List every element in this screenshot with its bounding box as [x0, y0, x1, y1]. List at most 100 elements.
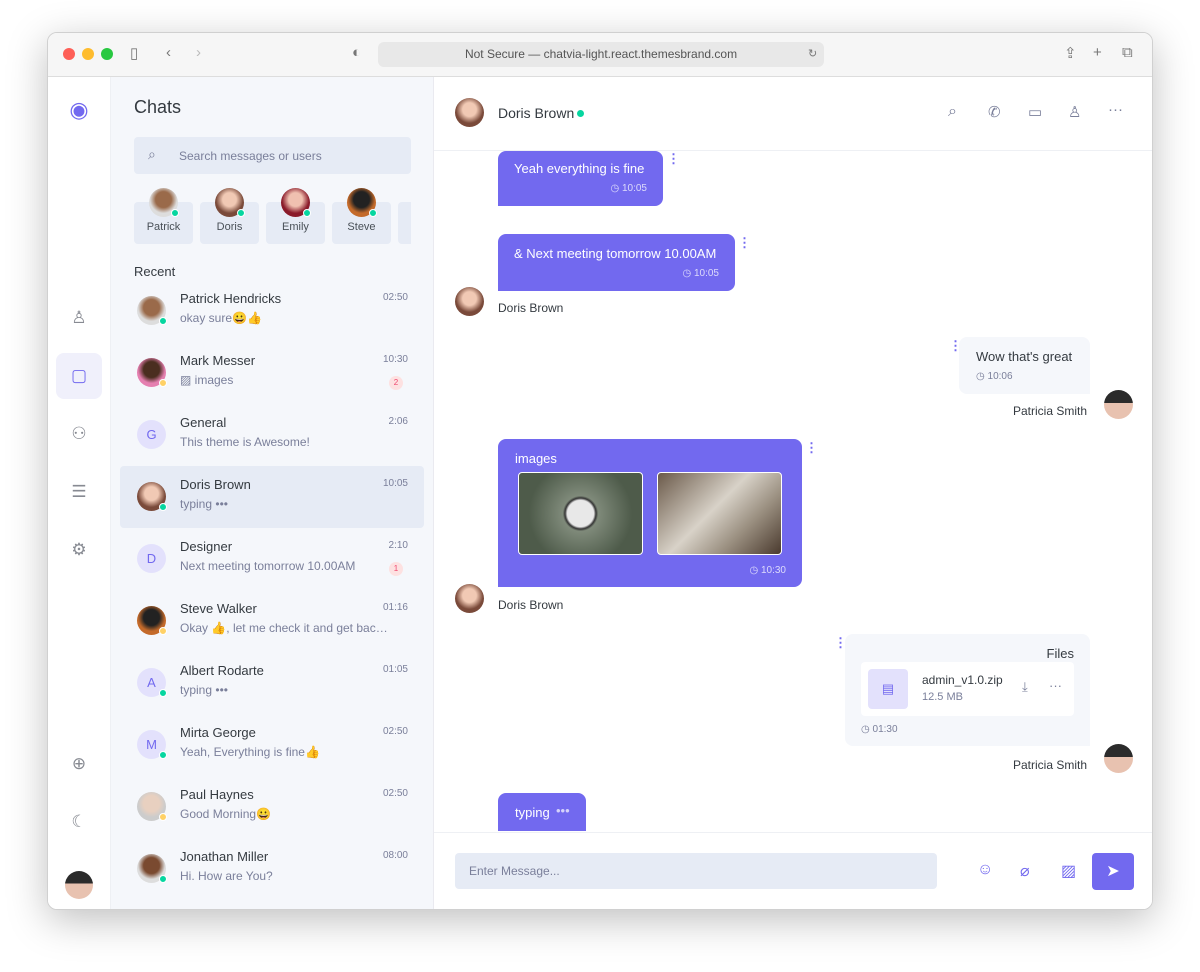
- chat-name: General: [180, 415, 227, 430]
- chat-last-message: Hi. How are You?: [180, 869, 273, 883]
- online-status-icon: [303, 209, 311, 217]
- message-options-icon[interactable]: ⋮: [667, 151, 680, 167]
- search-icon: ⌕: [148, 146, 156, 162]
- chat-last-message: typing •••: [180, 497, 228, 511]
- sender-avatar: [455, 287, 484, 316]
- message-input[interactable]: Enter Message...: [455, 853, 937, 889]
- online-user-name: Doris: [216, 221, 243, 233]
- back-icon[interactable]: ‹: [166, 44, 171, 61]
- image-icon[interactable]: ▨: [1061, 861, 1076, 881]
- close-window-button[interactable]: [63, 48, 75, 60]
- download-icon[interactable]: ⤓: [1022, 679, 1028, 695]
- online-user-emily[interactable]: Emily: [266, 188, 325, 244]
- chat-time: 2:10: [388, 540, 408, 551]
- chat-time: 02:50: [382, 292, 408, 303]
- chat-list-item[interactable]: M Mirta George Yeah, Everything is fine👍 02…: [120, 714, 424, 776]
- maximize-window-button[interactable]: [101, 48, 113, 60]
- away-status-icon: [159, 379, 167, 387]
- chat-avatar: A: [137, 668, 167, 697]
- file-icon: ▤: [868, 669, 908, 709]
- chat-list-item[interactable]: Patrick Hendricks okay sure😀👍 02:50: [120, 280, 424, 342]
- chat-time: 10:30: [382, 354, 408, 365]
- emoji-icon[interactable]: ☺: [977, 861, 993, 879]
- chat-last-message: Next meeting tomorrow 10.00AM: [180, 559, 356, 573]
- image-thumbnail-watch[interactable]: [518, 472, 643, 555]
- chats-title: Chats: [134, 97, 182, 117]
- chat-list-item[interactable]: Jonathan Miller Hi. How are You? 08:00: [120, 838, 424, 900]
- sender-avatar: [1104, 744, 1133, 773]
- reload-icon[interactable]: ↻: [808, 47, 817, 60]
- online-user-avatar: [347, 188, 377, 217]
- chat-list-item[interactable]: Steve Walker Okay 👍, let me check it and …: [120, 590, 424, 652]
- message-text: & Next meeting tomorrow 10.00AM: [514, 246, 717, 261]
- online-user-partial[interactable]: [398, 202, 411, 244]
- chat-avatar: G: [137, 420, 166, 449]
- message-options-icon[interactable]: ⋮: [834, 635, 847, 651]
- address-bar[interactable]: Not Secure — chatvia-light.react.themesb…: [378, 42, 824, 67]
- chat-list-item[interactable]: Doris Brown typing ••• 10:05: [120, 466, 424, 528]
- chat-name: Steve Walker: [180, 601, 257, 616]
- chat-name: Patrick Hendricks: [180, 291, 282, 306]
- chat-last-message: Okay 👍, let me check it and get back to …: [180, 621, 390, 635]
- contact-name[interactable]: Doris Brown: [498, 105, 574, 121]
- online-user-avatar: [215, 188, 245, 217]
- online-status-icon: [159, 751, 167, 759]
- message-time: ◷ 10:30: [749, 565, 786, 576]
- contacts-icon[interactable]: ☰: [56, 469, 102, 515]
- new-tab-icon[interactable]: +: [1093, 44, 1102, 61]
- chat-time: 10:05: [382, 478, 408, 489]
- file-card: ▤ admin_v1.0.zip 12.5 MB ⤓ ···: [861, 662, 1074, 716]
- chat-last-message: ▨ images: [180, 373, 234, 387]
- online-user-avatar: [149, 188, 179, 217]
- language-icon[interactable]: ⊕: [56, 741, 102, 787]
- forward-icon[interactable]: ›: [196, 44, 201, 61]
- message-options-icon[interactable]: ⋮: [738, 235, 751, 251]
- more-icon[interactable]: ···: [1108, 101, 1123, 118]
- message-input-bar: Enter Message... ☺ ⌀ ▨ ➤: [434, 832, 1152, 909]
- search-icon[interactable]: ⌕: [948, 103, 957, 121]
- phone-icon[interactable]: ✆: [988, 103, 1001, 121]
- video-icon[interactable]: ▭: [1028, 103, 1042, 121]
- dark-mode-icon[interactable]: ☾: [56, 799, 102, 845]
- attachment-icon[interactable]: ⌀: [1020, 861, 1030, 881]
- contact-avatar: [455, 98, 484, 127]
- sidebar-toggle-icon[interactable]: ▯: [130, 44, 138, 62]
- tabs-overview-icon[interactable]: ⧉: [1122, 44, 1133, 61]
- settings-icon[interactable]: ⚙: [56, 527, 102, 573]
- online-status-icon: [159, 689, 167, 697]
- typing-text: typing: [515, 805, 550, 820]
- typing-bubble: typing •••: [498, 793, 586, 831]
- search-input[interactable]: ⌕ Search messages or users: [134, 137, 411, 174]
- file-more-icon[interactable]: ···: [1049, 678, 1062, 693]
- typing-dots-icon: •••: [215, 683, 228, 697]
- message-options-icon[interactable]: ⋮: [805, 440, 818, 456]
- groups-icon[interactable]: ⚇: [56, 411, 102, 457]
- chat-list-item[interactable]: Mark Messer ▨ images 10:30 2: [120, 342, 424, 404]
- typing-dots-icon: •••: [556, 803, 570, 818]
- chat-list-item[interactable]: D Designer Next meeting tomorrow 10.00AM 2:…: [120, 528, 424, 590]
- chats-icon[interactable]: ▢: [56, 353, 102, 399]
- minimize-window-button[interactable]: [82, 48, 94, 60]
- chat-list-item[interactable]: G General This theme is Awesome! 2:06: [120, 404, 424, 466]
- message-options-icon[interactable]: ⋮: [949, 338, 962, 354]
- online-user-steve[interactable]: Steve: [332, 188, 391, 244]
- chat-time: 08:00: [382, 850, 408, 861]
- user-icon[interactable]: ♙: [1068, 103, 1081, 121]
- file-message-bubble: Files ▤ admin_v1.0.zip 12.5 MB ⤓ ··· ◷ 0…: [845, 634, 1090, 746]
- sender-name: Doris Brown: [498, 301, 564, 315]
- share-icon[interactable]: ⇪: [1064, 44, 1077, 62]
- send-button[interactable]: ➤: [1092, 853, 1134, 890]
- chat-last-message: okay sure😀👍: [180, 311, 262, 325]
- browser-toolbar: ▯ ‹ › ◐ Not Secure — chatvia-light.react…: [48, 33, 1152, 77]
- online-user-doris[interactable]: Doris: [200, 188, 259, 244]
- chat-list-item[interactable]: Paul Haynes Good Morning😀 02:50: [120, 776, 424, 838]
- online-user-name: Emily: [282, 221, 309, 233]
- chat-avatar: [137, 606, 167, 635]
- online-status-icon: [159, 317, 167, 325]
- image-thumbnail-book[interactable]: [657, 472, 782, 555]
- logo-icon[interactable]: ◉: [56, 87, 102, 133]
- chat-list-item[interactable]: A Albert Rodarte typing ••• 01:05: [120, 652, 424, 714]
- online-user-patrick[interactable]: Patrick: [134, 188, 193, 244]
- profile-icon[interactable]: ♙: [56, 295, 102, 341]
- user-avatar[interactable]: [65, 871, 93, 899]
